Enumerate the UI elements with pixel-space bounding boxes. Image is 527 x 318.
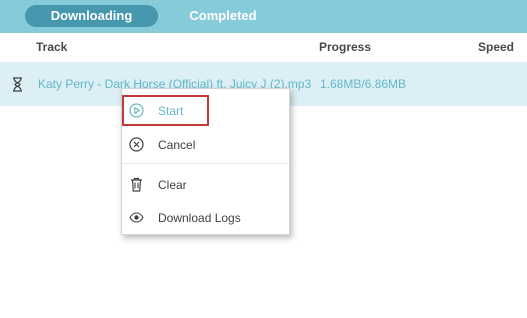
hourglass-icon (13, 77, 22, 92)
menu-item-cancel[interactable]: Cancel (122, 131, 289, 159)
column-progress[interactable]: Progress (319, 40, 371, 54)
eye-icon (129, 212, 144, 223)
tab-bar: Downloading Completed (0, 0, 527, 33)
column-track[interactable]: Track (36, 40, 67, 54)
menu-item-label: Start (158, 104, 184, 118)
menu-divider (122, 163, 289, 164)
trash-icon (131, 177, 142, 192)
tab-downloading[interactable]: Downloading (25, 5, 158, 27)
menu-item-download-logs[interactable]: Download Logs (122, 204, 289, 232)
column-speed[interactable]: Speed (478, 40, 514, 54)
context-menu: Start Cancel Clear Download Logs (121, 88, 290, 235)
menu-item-start[interactable]: Start (122, 97, 289, 125)
menu-item-clear[interactable]: Clear (122, 171, 289, 199)
menu-item-label: Cancel (158, 138, 196, 152)
play-circle-icon (129, 103, 144, 118)
x-circle-icon (129, 137, 144, 152)
menu-item-label: Download Logs (158, 211, 241, 225)
tab-completed[interactable]: Completed (170, 5, 276, 27)
column-header: Track Progress Speed (0, 33, 527, 60)
download-progress: 1.68MB/6.86MB (320, 77, 407, 91)
menu-item-label: Clear (158, 178, 187, 192)
